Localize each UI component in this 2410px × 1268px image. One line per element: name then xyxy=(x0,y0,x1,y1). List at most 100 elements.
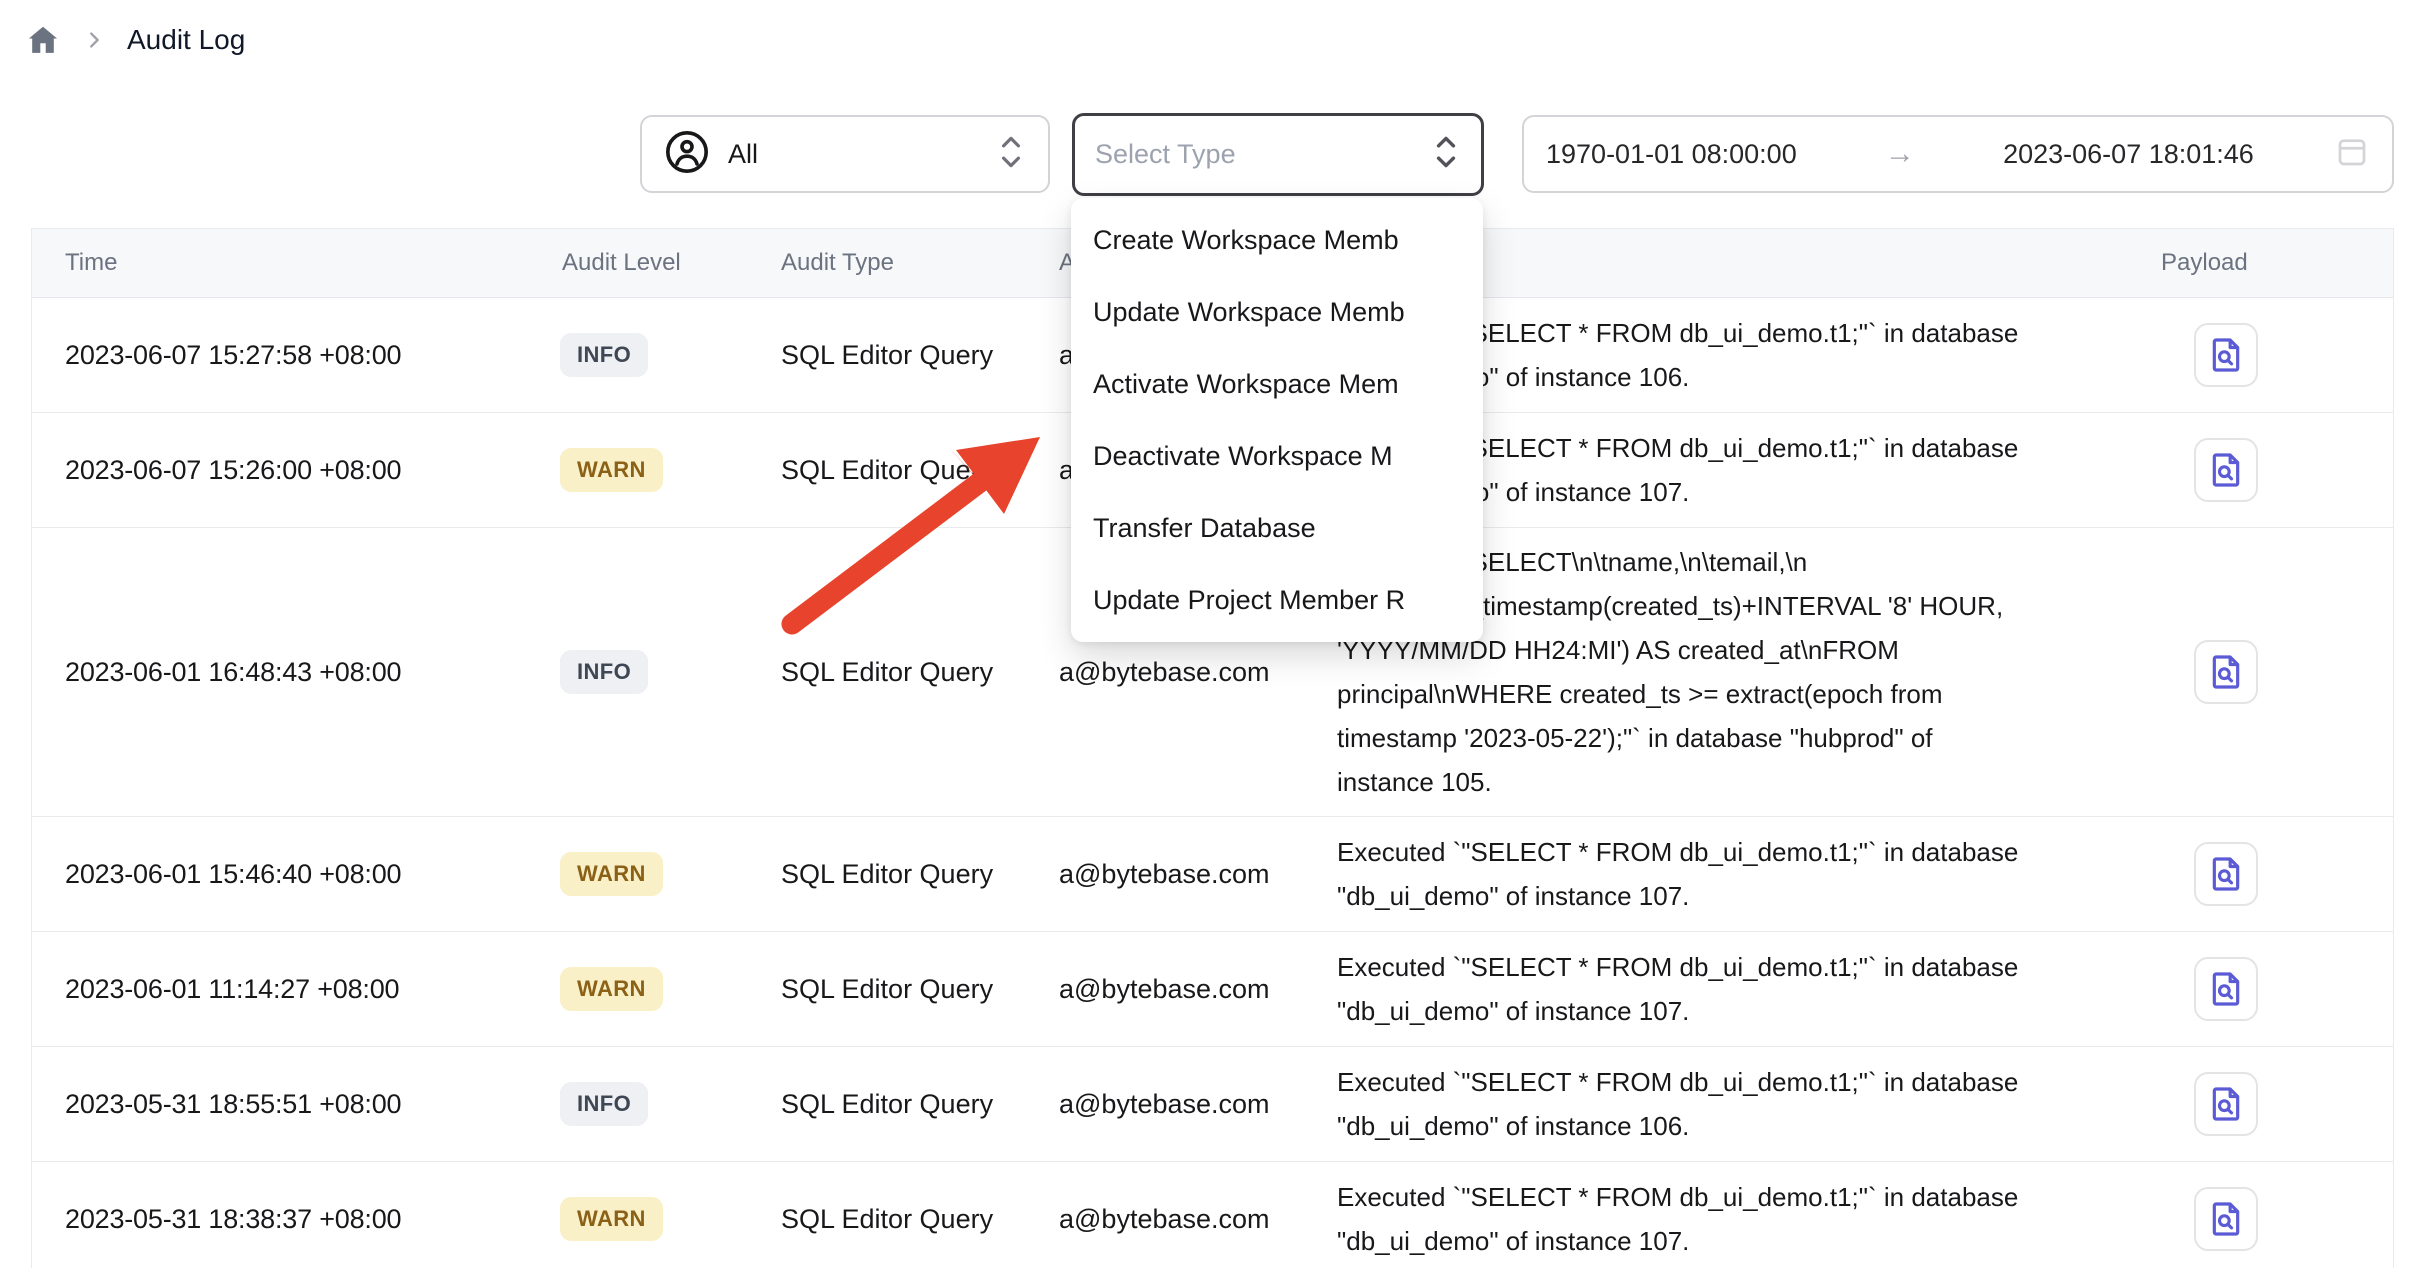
row-level: WARN xyxy=(556,967,773,1011)
menu-option-update-workspace-member[interactable]: Update Workspace Memb xyxy=(1071,276,1483,348)
row-level: WARN xyxy=(556,852,773,896)
payload-view-button[interactable] xyxy=(2194,640,2258,704)
row-time: 2023-05-31 18:55:51 +08:00 xyxy=(32,1089,556,1120)
row-payload xyxy=(2131,640,2393,704)
row-audit-type: SQL Editor Query xyxy=(773,1089,1059,1120)
row-payload xyxy=(2131,1187,2393,1251)
document-search-icon xyxy=(2206,854,2246,894)
comment-line: principal\nWHERE created_ts >= extract(e… xyxy=(1337,672,2131,716)
row-actor: a@bytebase.com xyxy=(1059,1089,1337,1120)
comment-line: "db_ui_demo" of instance 107. xyxy=(1337,1219,2131,1263)
row-time: 2023-06-01 15:46:40 +08:00 xyxy=(32,859,556,890)
row-payload xyxy=(2131,957,2393,1021)
audit-level-badge: INFO xyxy=(560,650,648,694)
payload-view-button[interactable] xyxy=(2194,842,2258,906)
comment-line: "db_ui_demo" of instance 107. xyxy=(1337,874,2131,918)
payload-view-button[interactable] xyxy=(2194,957,2258,1021)
column-header-time: Time xyxy=(32,249,556,277)
menu-option-deactivate-workspace-member[interactable]: Deactivate Workspace M xyxy=(1071,420,1483,492)
audit-level-badge: WARN xyxy=(560,852,663,896)
user-circle-icon xyxy=(664,129,710,180)
row-level: INFO xyxy=(556,333,773,377)
row-level: WARN xyxy=(556,448,773,492)
comment-line: "db_ui_demo" of instance 106. xyxy=(1337,1104,2131,1148)
menu-option-transfer-database[interactable]: Transfer Database xyxy=(1071,492,1483,564)
table-row: 2023-06-01 11:14:27 +08:00 WARN SQL Edit… xyxy=(32,932,2393,1047)
comment-line: timestamp '2023-05-22');"` in database "… xyxy=(1337,716,2131,760)
chevron-updown-icon xyxy=(1431,131,1461,178)
document-search-icon xyxy=(2206,652,2246,692)
row-time: 2023-05-31 18:38:37 +08:00 xyxy=(32,1204,556,1235)
column-header-payload: Payload xyxy=(2131,249,2393,277)
audit-level-badge: INFO xyxy=(560,1082,648,1126)
audit-log-page: Audit Log All Select Type 1970-01-01 08:… xyxy=(0,0,2410,1268)
row-audit-type: SQL Editor Query xyxy=(773,974,1059,1005)
row-level: INFO xyxy=(556,1082,773,1126)
comment-line: "db_ui_demo" of instance 107. xyxy=(1337,989,2131,1033)
home-icon[interactable] xyxy=(25,22,61,58)
row-actor: a@bytebase.com xyxy=(1059,974,1337,1005)
comment-line: Executed `"SELECT * FROM db_ui_demo.t1;"… xyxy=(1337,945,2131,989)
column-header-type: Audit Type xyxy=(773,249,1059,277)
payload-view-button[interactable] xyxy=(2194,323,2258,387)
chevron-right-icon xyxy=(83,29,105,51)
comment-line: instance 105. xyxy=(1337,760,2131,804)
document-search-icon xyxy=(2206,1084,2246,1124)
level-select[interactable]: All xyxy=(640,115,1050,193)
menu-option-activate-workspace-member[interactable]: Activate Workspace Mem xyxy=(1071,348,1483,420)
audit-level-badge: INFO xyxy=(560,333,648,377)
row-level: WARN xyxy=(556,1197,773,1241)
date-range-start[interactable]: 1970-01-01 08:00:00 xyxy=(1546,139,1797,170)
column-header-level: Audit Level xyxy=(556,249,773,277)
table-row: 2023-06-01 15:46:40 +08:00 WARN SQL Edit… xyxy=(32,817,2393,932)
type-select-menu: Create Workspace Memb Update Workspace M… xyxy=(1071,198,1483,642)
row-payload xyxy=(2131,842,2393,906)
document-search-icon xyxy=(2206,335,2246,375)
document-search-icon xyxy=(2206,1199,2246,1239)
document-search-icon xyxy=(2206,450,2246,490)
row-comment: Executed `"SELECT * FROM db_ui_demo.t1;"… xyxy=(1337,1163,2131,1268)
comment-line: Executed `"SELECT * FROM db_ui_demo.t1;"… xyxy=(1337,1060,2131,1104)
row-actor: a@bytebase.com xyxy=(1059,859,1337,890)
row-comment: Executed `"SELECT * FROM db_ui_demo.t1;"… xyxy=(1337,818,2131,930)
type-select[interactable]: Select Type xyxy=(1072,113,1484,196)
row-time: 2023-06-01 16:48:43 +08:00 xyxy=(32,657,556,688)
audit-level-badge: WARN xyxy=(560,448,663,492)
menu-option-update-project-member-role[interactable]: Update Project Member R xyxy=(1071,564,1483,636)
table-row: 2023-05-31 18:38:37 +08:00 WARN SQL Edit… xyxy=(32,1162,2393,1268)
page-title: Audit Log xyxy=(127,24,245,56)
calendar-icon xyxy=(2334,134,2370,175)
row-audit-type: SQL Editor Query xyxy=(773,1204,1059,1235)
arrow-right-icon: → xyxy=(1877,137,1923,171)
row-audit-type: SQL Editor Query xyxy=(773,340,1059,371)
comment-line: Executed `"SELECT * FROM db_ui_demo.t1;"… xyxy=(1337,830,2131,874)
type-select-placeholder: Select Type xyxy=(1095,139,1431,170)
breadcrumb: Audit Log xyxy=(25,22,245,58)
row-audit-type: SQL Editor Query xyxy=(773,657,1059,688)
row-comment: Executed `"SELECT * FROM db_ui_demo.t1;"… xyxy=(1337,1048,2131,1160)
payload-view-button[interactable] xyxy=(2194,438,2258,502)
row-level: INFO xyxy=(556,650,773,694)
level-select-value: All xyxy=(728,139,978,170)
row-payload xyxy=(2131,1072,2393,1136)
audit-level-badge: WARN xyxy=(560,1197,663,1241)
date-range-end[interactable]: 2023-06-07 18:01:46 xyxy=(2003,139,2254,170)
row-time: 2023-06-07 15:27:58 +08:00 xyxy=(32,340,556,371)
payload-view-button[interactable] xyxy=(2194,1187,2258,1251)
row-actor: a@bytebase.com xyxy=(1059,657,1337,688)
row-payload xyxy=(2131,323,2393,387)
comment-line: Executed `"SELECT * FROM db_ui_demo.t1;"… xyxy=(1337,1175,2131,1219)
row-audit-type: SQL Editor Query xyxy=(773,455,1059,486)
row-time: 2023-06-01 11:14:27 +08:00 xyxy=(32,974,556,1005)
menu-option-create-workspace-member[interactable]: Create Workspace Memb xyxy=(1071,204,1483,276)
table-row: 2023-05-31 18:55:51 +08:00 INFO SQL Edit… xyxy=(32,1047,2393,1162)
row-audit-type: SQL Editor Query xyxy=(773,859,1059,890)
document-search-icon xyxy=(2206,969,2246,1009)
row-payload xyxy=(2131,438,2393,502)
chevron-updown-icon xyxy=(996,131,1026,178)
row-comment: Executed `"SELECT * FROM db_ui_demo.t1;"… xyxy=(1337,933,2131,1045)
audit-level-badge: WARN xyxy=(560,967,663,1011)
row-actor: a@bytebase.com xyxy=(1059,1204,1337,1235)
date-range-picker[interactable]: 1970-01-01 08:00:00 → 2023-06-07 18:01:4… xyxy=(1522,115,2394,193)
payload-view-button[interactable] xyxy=(2194,1072,2258,1136)
